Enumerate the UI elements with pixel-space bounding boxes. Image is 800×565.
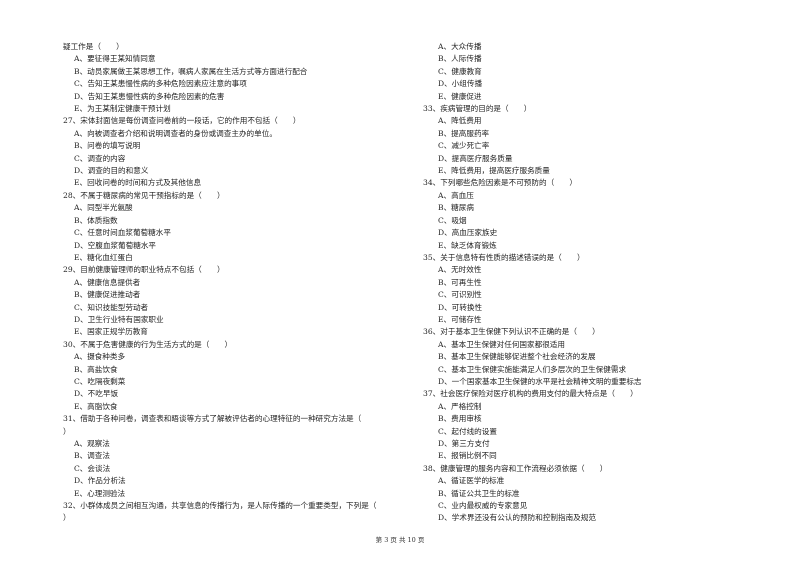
answer-option: A、循证医学的标准 <box>438 476 505 486</box>
answer-option: B、动员家属做王某思想工作，嘱病人家属在生活方式等方面进行配合 <box>74 66 308 76</box>
answer-option: C、吸烟 <box>438 215 467 225</box>
answer-option: C、任意时间血浆葡萄糖水平 <box>74 228 171 238</box>
answer-option: E、报销比例不同 <box>438 451 497 461</box>
answer-option: C、健康教育 <box>438 66 482 76</box>
question-text: 30、不属于危害健康的行为生活方式的是（ ） <box>63 339 233 349</box>
answer-option: C、调查的内容 <box>74 153 126 163</box>
answer-option: B、循证公共卫生的标准 <box>438 488 520 498</box>
answer-option: B、问卷的填写说明 <box>74 141 141 151</box>
question-text: 疑工作是（ ） <box>63 42 124 51</box>
question-text: 33、疾病管理的目的是（ ） <box>423 104 532 114</box>
answer-option: C、吃隔夜剩菜 <box>74 376 126 386</box>
answer-option: C、起付线的设置 <box>438 426 497 436</box>
answer-option: B、可再生性 <box>438 277 482 287</box>
answer-option: A、健康信息提供者 <box>74 277 141 287</box>
answer-option: B、体质指数 <box>74 215 118 225</box>
question-text: 34、下列哪些危险因素是不可预防的（ ） <box>423 178 577 188</box>
question-text: 32、小群体成员之间相互沟通，共享信息的传播行为，是人际传播的一个重要类型，下列… <box>63 501 377 511</box>
question-text: 38、健康管理的服务内容和工作流程必须依据（ ） <box>423 463 608 473</box>
question-text: 28、不属于糖尿病的常见干预指标的是（ ） <box>63 190 225 200</box>
answer-option: A、摄食种类多 <box>74 352 126 362</box>
answer-option: A、严格控制 <box>438 401 482 411</box>
answer-option: A、高血压 <box>438 190 474 200</box>
answer-option: D、可转换性 <box>438 302 483 312</box>
answer-option: D、作品分析法 <box>74 476 126 486</box>
answer-option: D、一个国家基本卫生保健的水平是社会精神文明的重要标志 <box>438 376 642 386</box>
answer-option: A、要征得王某知情同意 <box>74 54 156 64</box>
page-footer: 第 3 页 共 10 页 <box>375 536 425 544</box>
question-text: 36、对于基本卫生保健下列认识不正确的是（ ） <box>423 327 600 337</box>
answer-option: D、调查的目的和意义 <box>74 166 149 176</box>
question-text: ） <box>63 513 71 523</box>
answer-option: E、高脂饮食 <box>74 401 118 411</box>
answer-option: D、不吃早饭 <box>74 389 119 399</box>
answer-option: C、减少死亡率 <box>438 141 490 151</box>
answer-option: D、高血压家族史 <box>438 228 498 238</box>
question-text: 29、目前健康管理师的职业特点不包括（ ） <box>63 265 225 275</box>
answer-option: E、糖化血红蛋白 <box>74 252 133 262</box>
answer-option: E、回收问卷的时间和方式及其他信息 <box>74 178 202 188</box>
answer-option: B、调查法 <box>74 451 110 461</box>
answer-option: D、告知王某患慢性病的多种危险因素的危害 <box>74 91 225 101</box>
answer-option: A、基本卫生保健对任何国家都很适用 <box>438 339 565 349</box>
answer-option: C、业内最权威的专家意见 <box>438 501 528 511</box>
answer-option: E、国家正规学历教育 <box>74 327 148 337</box>
answer-option: D、空腹血浆葡萄糖水平 <box>74 240 157 250</box>
question-text: 27、宋体封面信是每份调查问卷前的一段话，它的作用不包括（ ） <box>63 116 301 126</box>
answer-option: A、同型半光氨酸 <box>74 203 133 213</box>
answer-option: B、人际传播 <box>438 54 482 64</box>
answer-option: C、基本卫生保健实施能满足人们多层次的卫生保健需求 <box>438 364 627 374</box>
answer-option: C、告知王某患慢性病的多种危险因素应注意的事项 <box>74 79 247 89</box>
answer-option: A、观察法 <box>74 439 110 448</box>
left-column: 疑工作是（ ） A、要征得王某知情同意 B、动员家属做王某思想工作，嘱病人家属在生活… <box>63 41 393 525</box>
question-text: ） <box>63 426 71 436</box>
answer-option: A、向被调查者介绍和说明调查者的身份或调查主办的单位。 <box>74 128 277 138</box>
answer-option: E、健康促进 <box>438 91 482 101</box>
answer-option: B、提高服药率 <box>438 128 490 138</box>
answer-option: D、学术界还没有公认的预防和控制指南及规范 <box>438 513 596 523</box>
question-text: 31、借助于各种问卷，调查表和晤谈等方式了解被评估者的心理特征的一种研究方法是（ <box>63 414 362 424</box>
answer-option: E、为王某制定健康干预计划 <box>74 104 171 114</box>
answer-option: B、糖尿病 <box>438 203 474 213</box>
answer-option: A、大众传播 <box>438 42 482 51</box>
answer-option: C、会谈法 <box>74 463 111 473</box>
answer-option: D、小组传播 <box>438 79 483 89</box>
answer-option: E、降低费用，提高医疗服务质量 <box>438 166 550 176</box>
answer-option: D、提高医疗服务质量 <box>438 153 513 163</box>
answer-option: D、卫生行业特有国家职业 <box>74 314 164 324</box>
answer-option: C、可识别性 <box>438 290 482 300</box>
answer-option: D、第三方支付 <box>438 439 490 448</box>
answer-option: A、降低费用 <box>438 116 482 126</box>
right-column: A、大众传播 B、人际传播 C、健康教育 D、小组传播 E、健康促进 33、疾病管理的目的… <box>423 41 753 525</box>
answer-option: A、无时效性 <box>438 265 482 275</box>
answer-option: B、健康促进推动者 <box>74 290 141 300</box>
answer-option: E、缺乏体育锻炼 <box>438 240 497 250</box>
answer-option: C、知识技能型劳动者 <box>74 302 149 312</box>
answer-option: E、可储存性 <box>438 314 482 324</box>
answer-option: B、基本卫生保健能够促进整个社会经济的发展 <box>438 352 596 362</box>
answer-option: B、费用审核 <box>438 414 482 424</box>
answer-option: E、心理测验法 <box>74 488 126 498</box>
answer-option: B、高盐饮食 <box>74 364 118 374</box>
question-text: 37、社会医疗保险对医疗机构的费用支付的最大特点是（ ） <box>423 389 638 399</box>
question-text: 35、关于信息特有性质的描述错误的是（ ） <box>423 252 585 262</box>
